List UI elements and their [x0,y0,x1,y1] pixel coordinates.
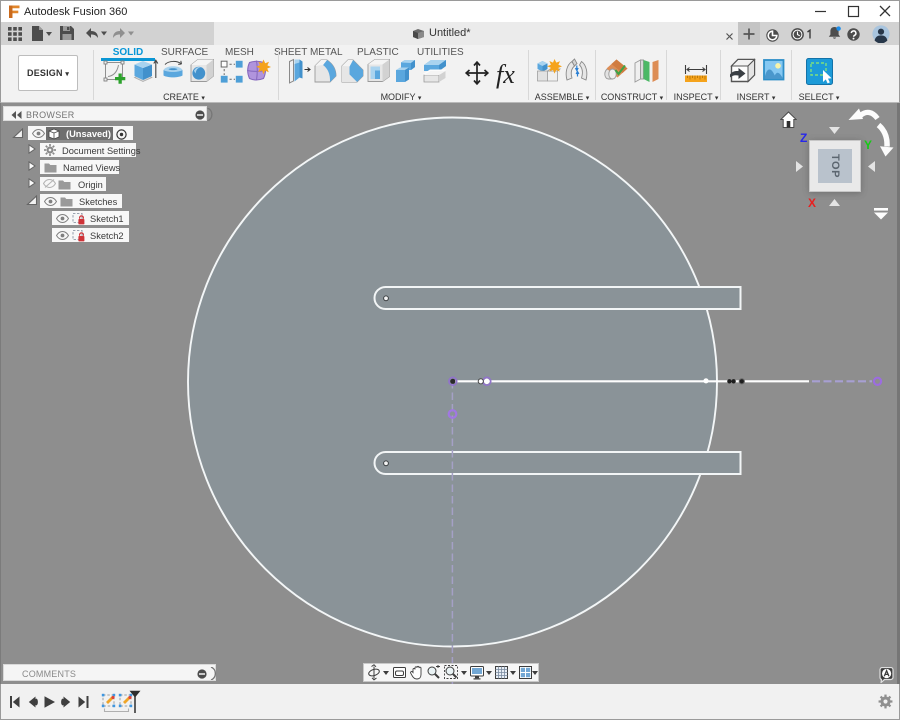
svg-text:fx: fx [496,60,515,89]
